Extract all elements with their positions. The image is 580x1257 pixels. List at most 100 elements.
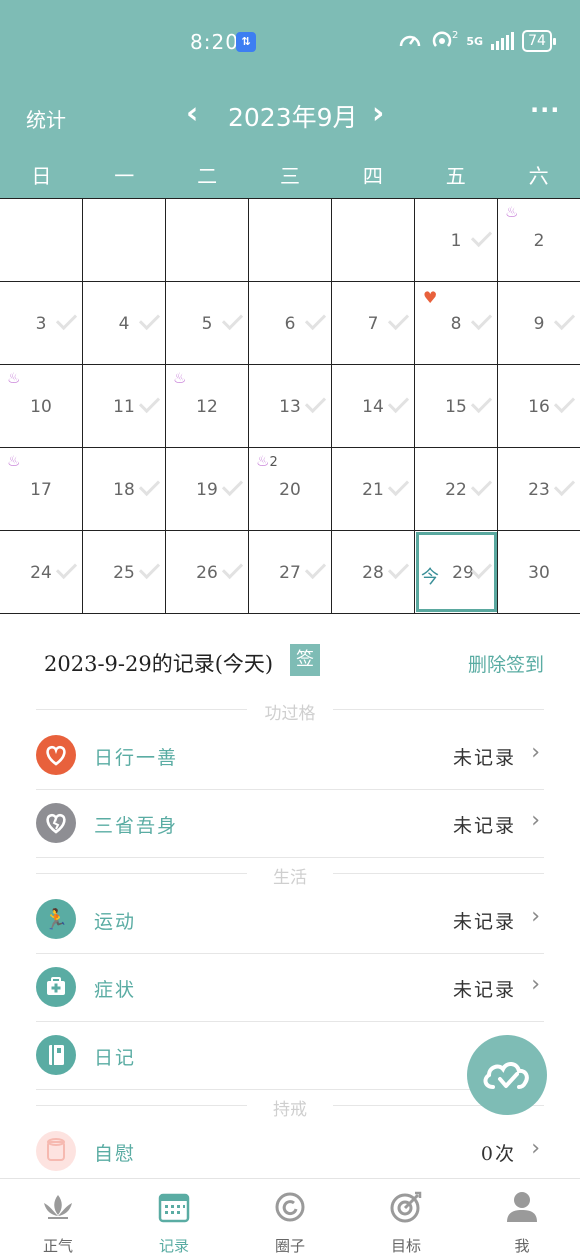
calendar-day-empty [166,199,249,281]
check-icon [387,555,409,577]
tab-label: 记录 [158,1237,189,1255]
calendar-icon [116,1189,232,1227]
calendar-day[interactable]: 25 [83,531,166,613]
calendar-day[interactable]: 28 [332,531,415,613]
circle-icon [232,1189,348,1227]
delete-sign-in-button[interactable]: 删除签到 [468,650,544,677]
check-icon [304,555,326,577]
record-item-masturbation[interactable]: 自慰 0次 › [36,1118,544,1186]
calendar-day[interactable]: 5 [166,282,249,364]
calendar-day[interactable]: 15 [415,365,498,447]
calendar-week: 24 25 26 27 28 今 29 30 [0,531,580,614]
day-number: 20 [279,480,301,500]
calendar-day[interactable]: ♨ 2 [498,199,580,281]
check-icon [138,389,160,411]
check-icon [470,306,492,328]
calendar-day[interactable]: 3 [0,282,83,364]
tab-goal[interactable]: 目标 [348,1179,464,1257]
section-label: 生活 [247,863,333,888]
item-label: 日记 [94,1047,137,1069]
calendar-week: 3 4 5 6 7 ♥ 8 9 [0,282,580,365]
calendar-day[interactable]: 18 [83,448,166,530]
check-icon [387,472,409,494]
weekday-label: 日 [31,164,52,188]
stats-button[interactable]: 统计 [26,104,66,133]
record-item-self-reflection[interactable]: 三省吾身 未记录 › [36,790,544,858]
section-label: 持戒 [247,1095,333,1120]
calendar-day[interactable]: 19 [166,448,249,530]
calendar-day[interactable]: ♨2 20 [249,448,332,530]
battery-icon: 74 [522,30,556,52]
item-status: 未记录 [452,979,516,1001]
person-icon [464,1189,580,1227]
tissue-roll-icon [36,1131,76,1171]
calendar-day[interactable]: 30 [498,531,580,613]
record-item-symptom[interactable]: 症状 未记录 › [36,954,544,1022]
calendar-day[interactable]: 6 [249,282,332,364]
meditation-icon: ♨ [7,452,21,470]
calendar-day[interactable]: 16 [498,365,580,447]
calendar-day[interactable]: 1 [415,199,498,281]
calendar-day[interactable]: 22 [415,448,498,530]
record-item-good-deed[interactable]: 日行一善 未记录 › [36,722,544,790]
calendar-grid: 1 ♨ 2 3 4 5 6 7 ♥ 8 9 ♨ 10 11 ♨ 12 13 14 15 … [0,198,580,614]
section-divider-life: 生活 [36,863,544,888]
calendar-day[interactable]: 9 [498,282,580,364]
speedometer-icon [398,29,422,54]
target-icon [348,1189,464,1227]
calendar-day[interactable]: 27 [249,531,332,613]
calendar-day[interactable]: ♥ 8 [415,282,498,364]
signal-bars-icon [491,32,515,50]
calendar-day-empty [249,199,332,281]
calendar-day[interactable]: ♨ 10 [0,365,83,447]
calendar-day[interactable]: 21 [332,448,415,530]
more-icon[interactable]: ··· [530,96,560,124]
record-title: 2023-9-29的记录(今天) [44,652,274,676]
calendar-day[interactable]: ♨ 12 [166,365,249,447]
tab-zhengqi[interactable]: 正气 [0,1179,116,1257]
cloud-sync-button[interactable] [467,1035,547,1115]
status-icons: 2 5G 74 [398,28,556,54]
tab-label: 目标 [390,1237,421,1255]
app-header: 8:20 ⇅ 2 5G 74 统计 ‹ 2023年9月 › ··· 日 一 二 … [0,0,580,198]
calendar-day-today[interactable]: 今 29 [415,531,498,613]
chevron-right-icon: › [531,904,540,929]
calendar-week: ♨ 10 11 ♨ 12 13 14 15 16 [0,365,580,448]
calendar-day[interactable]: 11 [83,365,166,447]
day-number: 17 [30,480,52,500]
weekday-header: 日 一 二 三 四 五 六 [0,160,580,189]
chevron-right-icon: › [531,740,540,765]
calendar-day[interactable]: 4 [83,282,166,364]
check-icon [387,306,409,328]
calendar-day[interactable]: 14 [332,365,415,447]
tab-me[interactable]: 我 [464,1179,580,1257]
calendar-day-empty [332,199,415,281]
calendar-day[interactable]: 13 [249,365,332,447]
check-icon [138,472,160,494]
cloud-check-icon [483,1062,529,1089]
tab-record[interactable]: 记录 [116,1179,232,1257]
weekday-label: 二 [197,164,218,188]
record-item-exercise[interactable]: 🏃 运动 未记录 › [36,886,544,954]
item-label: 症状 [94,979,137,1001]
calendar-day[interactable]: ♨ 17 [0,448,83,530]
status-time: 8:20 [190,30,239,54]
month-title[interactable]: 2023年9月 [228,98,358,134]
calendar-day[interactable]: 24 [0,531,83,613]
item-status: 未记录 [452,815,516,837]
item-status: 未记录 [452,747,516,769]
calendar-day[interactable]: 7 [332,282,415,364]
tab-circle[interactable]: 圈子 [232,1179,348,1257]
meditation-icon: ♨ [7,369,21,387]
chevron-right-icon: › [531,808,540,833]
calendar-day[interactable]: 26 [166,531,249,613]
lotus-icon [0,1189,116,1227]
prev-month-icon[interactable]: ‹ [186,96,198,131]
check-icon [553,389,575,411]
calendar-day[interactable]: 23 [498,448,580,530]
calendar-week: ♨ 17 18 19 ♨2 20 21 22 23 [0,448,580,531]
next-month-icon[interactable]: › [372,96,384,131]
tab-label: 圈子 [274,1237,305,1255]
tab-label: 我 [514,1237,530,1255]
diary-book-icon [36,1035,76,1075]
